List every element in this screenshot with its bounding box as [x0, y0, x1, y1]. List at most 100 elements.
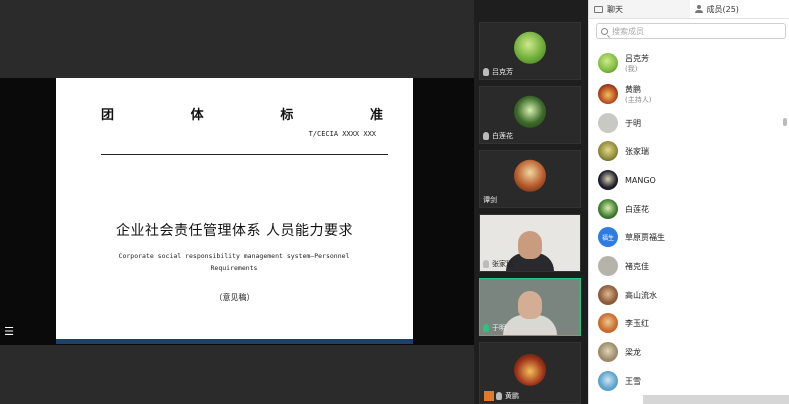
doc-header-char: 体 [190, 108, 204, 123]
member-name: 吕克芳 [625, 53, 649, 63]
search-icon [601, 27, 608, 35]
member-name: 白莲花 [625, 204, 649, 214]
video-strip: 吕克芳 白莲花 谭剑 张家瑞 于明 黄鹏 [474, 0, 588, 404]
doc-header-char: 标 [280, 108, 294, 123]
shared-screen-area: 团 体 标 准 T/CECIA XXXX XXX 企业社会责任管理体系 人员能力… [0, 0, 474, 404]
doc-header: 团 体 标 准 [101, 104, 383, 123]
member-name: 黄鹏 [625, 84, 641, 94]
mic-muted-icon [483, 260, 489, 268]
member-search-input[interactable] [612, 26, 772, 36]
participant-name: 于明 [492, 324, 506, 332]
member-item[interactable]: 福生 草原贾福生 [598, 224, 778, 250]
member-avatar [598, 256, 618, 276]
member-name: 王雪 [625, 376, 641, 386]
member-name: 张家瑞 [625, 146, 649, 156]
member-item[interactable]: 高山流水 [598, 282, 778, 308]
mic-muted-icon [496, 392, 502, 400]
tile-label: 于明 [483, 323, 506, 333]
tab-members-label: 成员(25) [706, 4, 739, 14]
member-item[interactable]: 梁龙 [598, 339, 778, 365]
meeting-window: 团 体 标 准 T/CECIA XXXX XXX 企业社会责任管理体系 人员能力… [0, 0, 789, 404]
video-tile[interactable]: 吕克芳 [479, 22, 581, 80]
participant-avatar [514, 353, 546, 386]
member-avatar [598, 170, 618, 190]
tile-label: 白莲花 [483, 131, 513, 141]
member-item[interactable]: 吕克芳 (我) [598, 50, 778, 76]
participant-name: 吕克芳 [492, 68, 513, 76]
member-role: (我) [625, 64, 638, 73]
member-item[interactable]: 王雪 [598, 368, 778, 394]
member-name: MANGO [625, 175, 656, 185]
doc-english-title: Corporate social responsibility manageme… [114, 250, 354, 274]
mic-muted-icon [483, 132, 489, 140]
member-avatar [598, 313, 618, 333]
member-item[interactable]: 黄鹏 (主持人) [598, 81, 778, 107]
participant-avatar [514, 31, 546, 64]
member-avatar [598, 342, 618, 362]
tile-label: 黄鹏 [496, 391, 519, 401]
doc-english-line: Corporate social responsibility manageme… [118, 252, 350, 260]
stage-top-bar [0, 0, 474, 78]
member-item[interactable]: 褚克佳 [598, 253, 778, 279]
tab-members[interactable]: 成员(25) [689, 0, 789, 18]
member-avatar [598, 141, 618, 161]
participant-avatar [514, 95, 546, 128]
members-icon [694, 5, 703, 13]
tab-chat[interactable]: 聊天 [589, 0, 690, 18]
doc-code: T/CECIA XXXX XXX [308, 130, 376, 138]
member-avatar [598, 113, 618, 133]
doc-english-line: Requirements [210, 264, 258, 272]
member-name: 李玉红 [625, 318, 649, 328]
member-role: (主持人) [625, 95, 652, 104]
host-badge-icon [484, 391, 494, 401]
doc-header-char: 团 [101, 108, 115, 123]
member-name: 草原贾福生 [625, 232, 665, 242]
member-text: 吕克芳 (我) [625, 53, 649, 74]
participant-name: 黄鹏 [505, 392, 519, 400]
tab-chat-label: 聊天 [607, 4, 623, 14]
video-tile[interactable]: 张家瑞 [479, 214, 581, 272]
mic-muted-icon [483, 68, 489, 76]
member-item[interactable]: 李玉红 [598, 310, 778, 336]
member-search-box[interactable] [596, 23, 786, 39]
member-avatar [598, 84, 618, 104]
participant-avatar [514, 159, 546, 192]
video-tile[interactable]: 白莲花 [479, 86, 581, 144]
doc-divider [101, 154, 388, 155]
video-tile[interactable]: 黄鹏 [479, 342, 581, 404]
participant-name: 谭剑 [483, 196, 497, 204]
camera-person-head [518, 231, 542, 259]
tile-label: 谭剑 [483, 195, 497, 205]
video-tile-active-speaker[interactable]: 于明 [479, 278, 581, 336]
stage-bottom-bar [0, 345, 474, 404]
camera-person-head [518, 291, 542, 319]
member-item[interactable]: 白莲花 [598, 196, 778, 222]
member-item[interactable]: MANGO [598, 167, 778, 193]
member-item[interactable]: 张家瑞 [598, 138, 778, 164]
member-avatar [598, 285, 618, 305]
shared-document-slide: 团 体 标 准 T/CECIA XXXX XXX 企业社会责任管理体系 人员能力… [56, 78, 413, 344]
doc-title: 企业社会责任管理体系 人员能力要求 [116, 223, 353, 239]
doc-draft-label: （意见稿） [214, 293, 255, 302]
tile-label: 吕克芳 [483, 67, 513, 77]
tile-label: 张家瑞 [483, 259, 513, 269]
list-menu-icon[interactable]: ☰ [3, 326, 15, 338]
member-avatar: 福生 [598, 227, 618, 247]
participant-name: 张家瑞 [492, 260, 513, 268]
member-panel: 聊天 成员(25) 吕克芳 (我) 黄鹏 [588, 0, 789, 404]
member-text: 黄鹏 (主持人) [625, 84, 651, 105]
mic-active-icon [483, 324, 489, 332]
member-name: 梁龙 [625, 347, 641, 357]
member-name: 褚克佳 [625, 261, 649, 271]
panel-footer-bar [643, 395, 789, 404]
panel-edge-handle[interactable] [783, 118, 787, 126]
member-avatar [598, 53, 618, 73]
chat-icon [594, 5, 603, 13]
doc-header-char: 准 [369, 108, 383, 123]
video-tile[interactable]: 谭剑 [479, 150, 581, 208]
member-name: 于明 [625, 118, 641, 128]
participant-name: 白莲花 [492, 132, 513, 140]
member-name: 高山流水 [625, 290, 657, 300]
member-avatar [598, 199, 618, 219]
member-item[interactable]: 于明 [598, 110, 778, 136]
